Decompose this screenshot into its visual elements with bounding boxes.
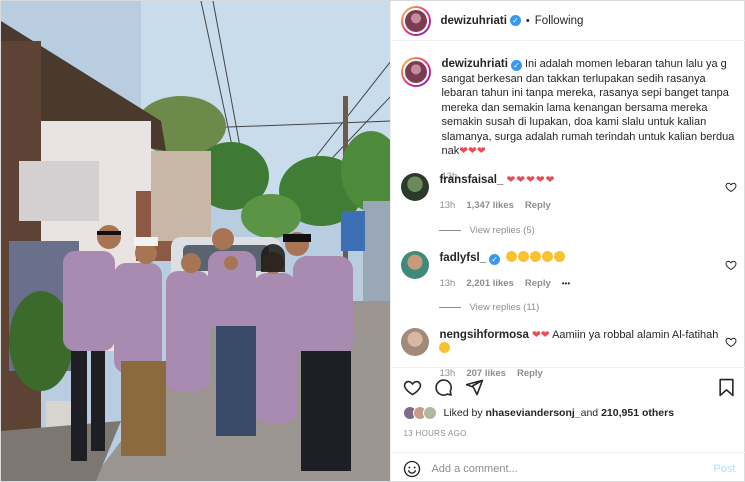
verified-badge-icon: ✓ [510, 60, 522, 71]
instagram-post-window: dewizuhriati ✓ • Following dewizuhriati ✓… [0, 0, 745, 482]
smiley-icon[interactable] [403, 460, 421, 478]
star-struck-emoji-icon [439, 342, 451, 353]
replies-divider [439, 307, 462, 308]
comment-like-heart-icon[interactable] [725, 259, 737, 271]
verified-badge-icon: ✓ [509, 15, 521, 26]
family-photo-illustration [1, 1, 391, 481]
caption-username[interactable]: dewizuhriati [441, 58, 507, 70]
comment-options-icon[interactable]: ••• [562, 277, 570, 291]
liked-by-count[interactable]: 210,951 others [601, 407, 674, 419]
post-comment-button[interactable]: Post [713, 463, 735, 475]
post-caption: dewizuhriati ✓ Ini adalah momen lebaran t… [401, 57, 737, 184]
liker-avatar [423, 406, 438, 420]
reply-button[interactable]: Reply [525, 199, 551, 213]
comment-timestamp[interactable]: 13h [439, 277, 455, 291]
comment-item: fadlyfsl_ ✓ 13h 2,201 likes Reply ••• [401, 251, 737, 291]
paper-plane-icon[interactable] [465, 378, 484, 397]
star-struck-emoji-icon [542, 251, 554, 262]
comment-hearts: ❤❤ [532, 329, 550, 341]
heart-outline-icon[interactable] [403, 378, 422, 397]
bookmark-icon[interactable] [718, 378, 735, 397]
action-icons-row [403, 378, 484, 397]
caption-hearts: ❤❤❤ [459, 145, 486, 157]
following-button[interactable]: Following [535, 15, 584, 27]
view-replies-label[interactable]: View replies (5) [469, 225, 534, 236]
star-struck-emoji-icon [554, 251, 566, 262]
comment-text: Aamiin ya robbal alamin Al-fatihah [552, 329, 719, 341]
comment-text: ❤❤❤❤❤ [506, 174, 556, 186]
commenter-username[interactable]: fadlyfsl_ [439, 252, 486, 264]
comment-like-heart-icon[interactable] [725, 336, 737, 348]
post-details-panel: dewizuhriati ✓ • Following dewizuhriati ✓… [390, 1, 745, 482]
view-replies-button[interactable]: View replies (11) [439, 302, 539, 313]
star-struck-emoji-icon [518, 251, 530, 262]
liked-by-summary: Liked by nhaseviandersonj_ and 210,951 o… [403, 406, 674, 420]
liked-by-and: and [580, 407, 599, 419]
commenter-username[interactable]: nengsihformosa [439, 329, 528, 341]
liked-by-prefix: Liked by [443, 407, 483, 419]
author-avatar[interactable] [401, 5, 432, 36]
add-comment-input[interactable]: Add a comment... [431, 463, 713, 475]
author-username[interactable]: dewizuhriati [440, 15, 506, 27]
post-photo[interactable] [1, 1, 391, 481]
commenter-avatar[interactable] [401, 173, 430, 201]
commenter-avatar[interactable] [401, 328, 430, 356]
post-actions-section: Liked by nhaseviandersonj_ and 210,951 o… [391, 367, 745, 482]
comment-timestamp[interactable]: 13h [439, 199, 455, 213]
caption-author-avatar[interactable] [401, 57, 432, 87]
comment-like-count[interactable]: 2,201 likes [466, 277, 514, 291]
verified-badge-icon: ✓ [489, 254, 501, 265]
comment-like-count[interactable]: 1,347 likes [466, 199, 514, 213]
star-struck-emoji-icon [506, 251, 518, 262]
caption-text: Ini adalah momen lebaran tahun lalu ya g… [441, 58, 735, 157]
comment-bubble-icon[interactable] [434, 378, 453, 397]
liked-by-user[interactable]: nhaseviandersonj_ [486, 407, 581, 419]
commenter-username[interactable]: fransfaisal_ [439, 174, 503, 186]
comment-emoji-row [506, 251, 566, 264]
replies-divider [439, 230, 462, 231]
separator-dot: • [525, 14, 530, 27]
star-struck-emoji-icon [530, 251, 542, 262]
add-comment-bar: Add a comment... Post [391, 452, 745, 482]
view-replies-button[interactable]: View replies (5) [439, 225, 535, 236]
reply-button[interactable]: Reply [525, 277, 551, 291]
view-replies-label[interactable]: View replies (11) [469, 302, 539, 313]
commenter-avatar[interactable] [401, 251, 430, 279]
post-timestamp[interactable]: 13 HOURS AGO [403, 429, 466, 438]
comment-item: fransfaisal_ ❤❤❤❤❤ 13h 1,347 likes Reply [401, 173, 737, 213]
liked-by-avatars[interactable] [403, 406, 438, 420]
comment-like-heart-icon[interactable] [725, 181, 737, 193]
post-header: dewizuhriati ✓ • Following [391, 1, 745, 41]
